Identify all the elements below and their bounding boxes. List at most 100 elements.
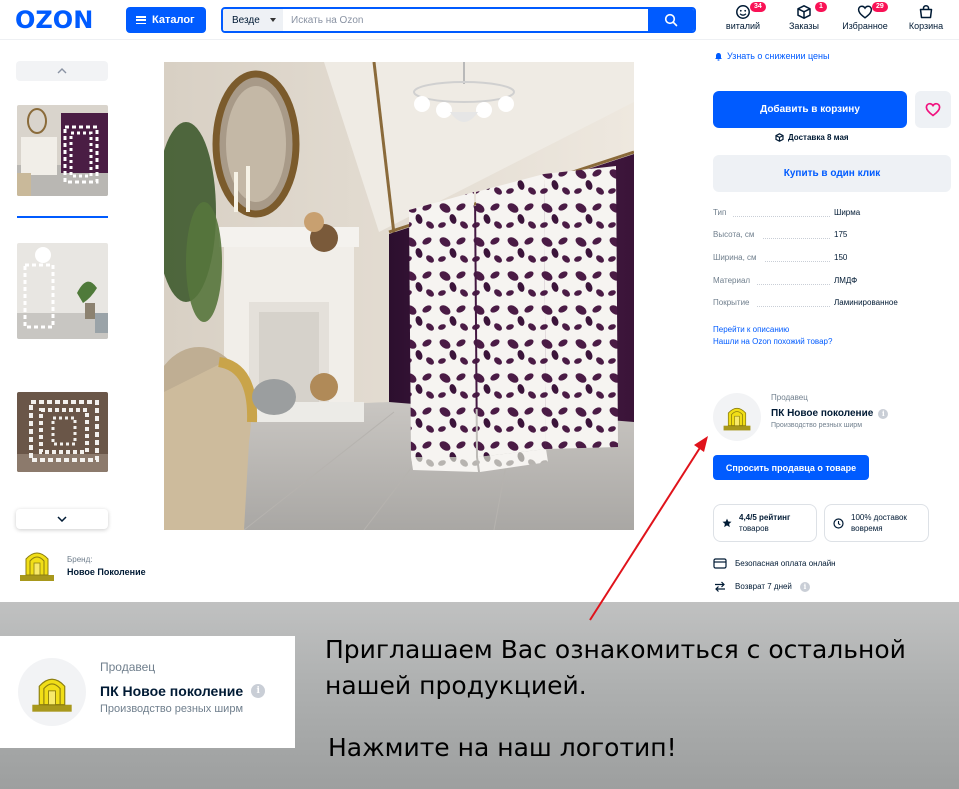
seller-rating-card[interactable]: 4,4/5 рейтинг товаров (713, 504, 817, 542)
thumbnail-3[interactable] (17, 392, 108, 472)
thumbnail-2-image (17, 243, 108, 339)
promo-cta-text: Нажмите на наш логотип! (328, 733, 677, 762)
favorites-icon (857, 5, 873, 19)
promo-logo-emblem (32, 678, 72, 712)
brand-caption: Бренд: (67, 555, 93, 564)
ask-seller-button[interactable]: Спросить продавца о товаре (713, 455, 869, 480)
star-icon (722, 518, 732, 528)
promo-seller-name[interactable]: ПК Новое поколение i (100, 683, 266, 699)
spec-dots (757, 306, 830, 307)
safe-payment-info[interactable]: Безопасная оплата онлайн (713, 558, 836, 569)
search-bar: Везде (221, 7, 696, 33)
thumbnails-scroll-down[interactable] (16, 509, 108, 529)
spec-value: 150 (834, 253, 848, 262)
header-profile[interactable]: 34 виталий (713, 2, 773, 31)
promo-seller-caption: Продавец (100, 660, 156, 674)
safe-payment-label: Безопасная оплата онлайн (735, 559, 836, 568)
favorite-button[interactable] (915, 91, 951, 128)
promo-seller-name-label: ПК Новое поколение (100, 683, 244, 699)
brand-name[interactable]: Новое Поколение (67, 567, 146, 577)
thumbnail-active-indicator (17, 216, 108, 218)
return-policy-label: Возврат 7 дней (735, 582, 792, 591)
credit-card-icon (713, 558, 727, 569)
promo-seller-logo[interactable] (18, 658, 86, 726)
thumbnail-1[interactable] (17, 105, 108, 196)
menu-icon (136, 16, 146, 24)
seller-logo[interactable] (713, 393, 761, 441)
delivery-info: Доставка 8 мая (775, 133, 849, 142)
seller-delivery-text: 100% доставок вовремя (851, 512, 907, 534)
search-button[interactable] (648, 9, 694, 31)
seller-rating-text: 4,4/5 рейтинг товаров (739, 512, 790, 534)
seller-name[interactable]: ПК Новое поколение i (771, 408, 889, 419)
spec-value: Ширма (834, 208, 861, 217)
info-icon[interactable]: i (878, 408, 889, 419)
spec-row: Ширина, см 150 (713, 253, 943, 265)
delivery-label: Доставка 8 мая (788, 133, 849, 142)
profile-label: виталий (725, 21, 761, 31)
profile-badge: 34 (750, 2, 766, 12)
spec-value: 175 (834, 230, 848, 239)
catalog-button[interactable]: Каталог (126, 7, 206, 33)
header-cart[interactable]: Корзина (896, 4, 956, 31)
info-icon[interactable]: i (251, 684, 266, 698)
product-photo (164, 62, 634, 530)
add-to-cart-button[interactable]: Добавить в корзину (713, 91, 907, 128)
go-to-description-link[interactable]: Перейти к описанию (713, 325, 789, 334)
orders-badge: 1 (815, 2, 827, 12)
brand-logo-emblem (20, 552, 54, 581)
seller-caption: Продавец (771, 393, 808, 402)
promo-invite-line-1: Приглашаем Вас ознакомиться с остальной (325, 635, 906, 664)
spec-row: Высота, см 175 (713, 230, 943, 242)
site-header: OZON Каталог Везде 34 виталий 1 Заказы 2… (0, 0, 959, 40)
seller-subtitle: Производство резных ширм (771, 422, 862, 429)
spec-value: ЛМДФ (834, 276, 858, 285)
catalog-label: Каталог (152, 14, 195, 26)
spec-row: Покрытие Ламинированное (713, 298, 943, 310)
seller-delivery-value: 100% доставок (851, 513, 907, 522)
orders-label: Заказы (788, 21, 820, 31)
favorites-label: Избранное (842, 21, 888, 31)
box-icon (775, 133, 784, 142)
thumbnail-2[interactable] (17, 243, 108, 339)
ozon-logo[interactable]: OZON (15, 6, 93, 34)
search-input[interactable] (283, 9, 648, 31)
profile-icon (736, 5, 750, 19)
spec-value: Ламинированное (834, 298, 898, 307)
seller-delivery-card[interactable]: 100% доставок вовремя (824, 504, 929, 542)
search-icon (664, 13, 678, 27)
found-similar-link[interactable]: Нашли на Ozon похожий товар? (713, 337, 832, 346)
search-scope-select[interactable]: Везде (223, 9, 283, 31)
seller-logo-emblem (723, 407, 751, 431)
price-alert-link[interactable]: Узнать о снижении цены (714, 51, 829, 61)
spec-dots (733, 216, 830, 217)
spec-key: Покрытие (713, 298, 750, 307)
price-alert-label: Узнать о снижении цены (727, 51, 830, 61)
spec-dots (763, 238, 830, 239)
bell-icon (715, 52, 722, 61)
brand-logo[interactable] (18, 545, 56, 583)
orders-icon (797, 5, 811, 19)
favorites-badge: 29 (872, 2, 888, 12)
header-favorites[interactable]: 29 Избранное (835, 2, 895, 31)
clock-icon (833, 517, 844, 529)
header-orders[interactable]: 1 Заказы (774, 2, 834, 31)
buy-one-click-button[interactable]: Купить в один клик (713, 155, 951, 192)
heart-icon (925, 102, 941, 117)
return-policy-info[interactable]: Возврат 7 дней i (713, 581, 810, 592)
chevron-down-icon (57, 516, 67, 522)
spec-row: Материал ЛМДФ (713, 276, 943, 288)
seller-name-label: ПК Новое поколение (771, 408, 874, 419)
product-main-image[interactable] (164, 62, 634, 530)
spec-dots (757, 284, 830, 285)
thumbnails-scroll-up[interactable] (16, 61, 108, 81)
promo-invite-line-2: нашей продукцией. (325, 671, 587, 700)
info-icon[interactable]: i (799, 581, 810, 592)
chevron-up-icon (57, 68, 67, 74)
spec-key: Материал (713, 276, 751, 285)
cart-icon (919, 5, 933, 19)
cart-label: Корзина (908, 21, 944, 31)
thumbnail-1-image (17, 105, 108, 196)
return-arrows-icon (715, 581, 725, 592)
promo-seller-subtitle: Производство резных ширм (100, 703, 243, 715)
